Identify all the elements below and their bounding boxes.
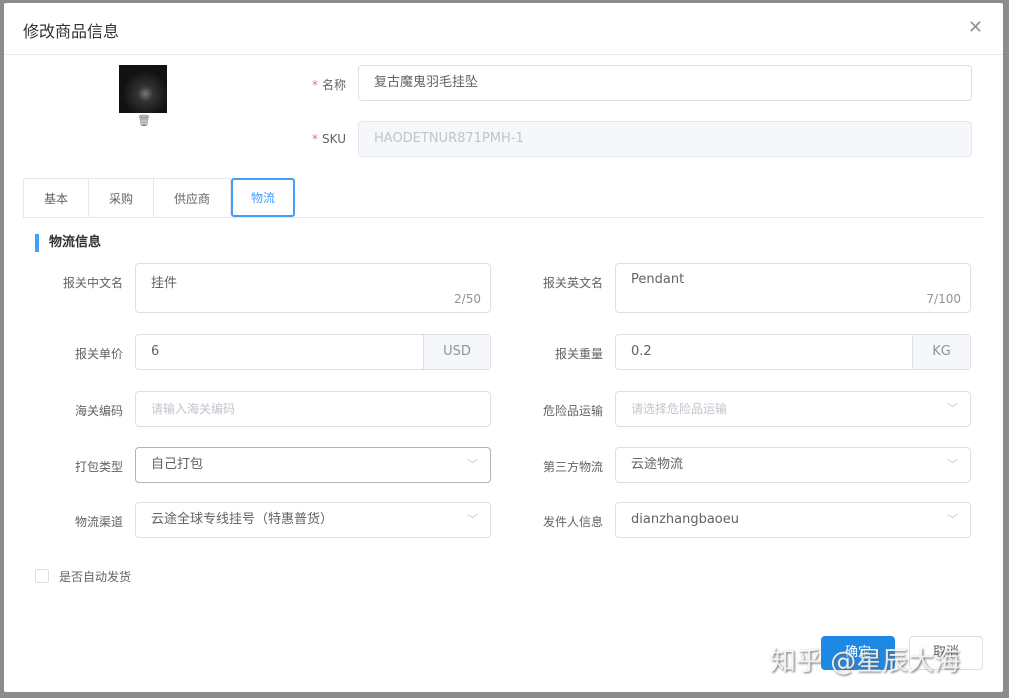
- chevron-down-icon: ﹀: [467, 458, 478, 471]
- third-party-select[interactable]: 云途物流 ﹀: [615, 447, 971, 483]
- sku-input[interactable]: HAODETNUR871PMH-1: [358, 121, 972, 157]
- en-name-textarea[interactable]: Pendant 7/100: [615, 263, 971, 313]
- name-label: * 名称: [311, 78, 346, 92]
- edit-product-dialog: 修改商品信息 ✕ 🗑 * 名称 复古魔鬼羽毛挂坠 * SKU HAODETNUR87…: [4, 3, 1003, 692]
- weight-input[interactable]: 0.2 KG: [615, 334, 971, 370]
- tab-bar: 基本 采购 供应商 物流: [23, 178, 984, 218]
- tab-supplier[interactable]: 供应商: [153, 178, 231, 218]
- channel-select[interactable]: 云途全球专线挂号（特惠普货） ﹀: [135, 502, 491, 538]
- dialog-header: 修改商品信息 ✕: [4, 3, 1003, 55]
- confirm-button[interactable]: 确定: [821, 636, 895, 670]
- auto-ship-label: 是否自动发货: [59, 570, 132, 584]
- sender-value: dianzhangbaoeu: [631, 512, 739, 527]
- cn-name-value: 挂件: [151, 276, 178, 291]
- pack-type-select[interactable]: 自己打包 ﹀: [135, 447, 491, 483]
- chevron-down-icon: ﹀: [467, 513, 478, 526]
- auto-ship-checkbox[interactable]: [35, 569, 49, 583]
- section-title: 物流信息: [35, 234, 101, 252]
- char-count: 2/50: [454, 292, 481, 306]
- sender-label: 发件人信息: [542, 515, 603, 529]
- pack-type-label: 打包类型: [74, 460, 123, 474]
- pack-type-value: 自己打包: [151, 457, 204, 472]
- cn-name-label: 报关中文名: [62, 276, 123, 290]
- price-label: 报关单价: [74, 347, 123, 361]
- dangerous-goods-label: 危险品运输: [542, 404, 603, 418]
- weight-unit: KG: [912, 335, 970, 369]
- weight-label: 报关重量: [554, 347, 603, 361]
- delete-icon[interactable]: 🗑: [137, 114, 151, 127]
- price-value: 6: [151, 344, 160, 359]
- en-name-label: 报关英文名: [542, 276, 603, 290]
- hs-code-placeholder: 请输入海关编码: [151, 402, 236, 416]
- name-input[interactable]: 复古魔鬼羽毛挂坠: [358, 65, 972, 101]
- hs-code-label: 海关编码: [74, 404, 123, 418]
- product-image: [119, 65, 167, 113]
- dangerous-goods-placeholder: 请选择危险品运输: [631, 402, 728, 416]
- sku-label: * SKU: [312, 132, 346, 146]
- close-icon[interactable]: ✕: [968, 17, 983, 38]
- en-name-value: Pendant: [631, 272, 685, 287]
- char-count: 7/100: [926, 292, 961, 306]
- sender-select[interactable]: dianzhangbaoeu ﹀: [615, 502, 971, 538]
- cn-name-textarea[interactable]: 挂件 2/50: [135, 263, 491, 313]
- weight-value: 0.2: [631, 344, 652, 359]
- third-party-value: 云途物流: [631, 457, 684, 472]
- tab-logistics[interactable]: 物流: [231, 178, 295, 217]
- chevron-down-icon: ﹀: [947, 402, 958, 415]
- hs-code-input[interactable]: 请输入海关编码: [135, 391, 491, 427]
- dialog-title: 修改商品信息: [23, 22, 120, 41]
- channel-value: 云途全球专线挂号（特惠普货）: [151, 512, 334, 527]
- channel-label: 物流渠道: [74, 515, 123, 529]
- tab-basic[interactable]: 基本: [23, 178, 89, 218]
- price-input[interactable]: 6 USD: [135, 334, 491, 370]
- currency-unit: USD: [423, 335, 490, 369]
- third-party-label: 第三方物流: [542, 460, 603, 474]
- chevron-down-icon: ﹀: [947, 458, 958, 471]
- chevron-down-icon: ﹀: [947, 513, 958, 526]
- dangerous-goods-select[interactable]: 请选择危险品运输 ﹀: [615, 391, 971, 427]
- cancel-button[interactable]: 取消: [909, 636, 983, 670]
- tab-purchase[interactable]: 采购: [88, 178, 154, 218]
